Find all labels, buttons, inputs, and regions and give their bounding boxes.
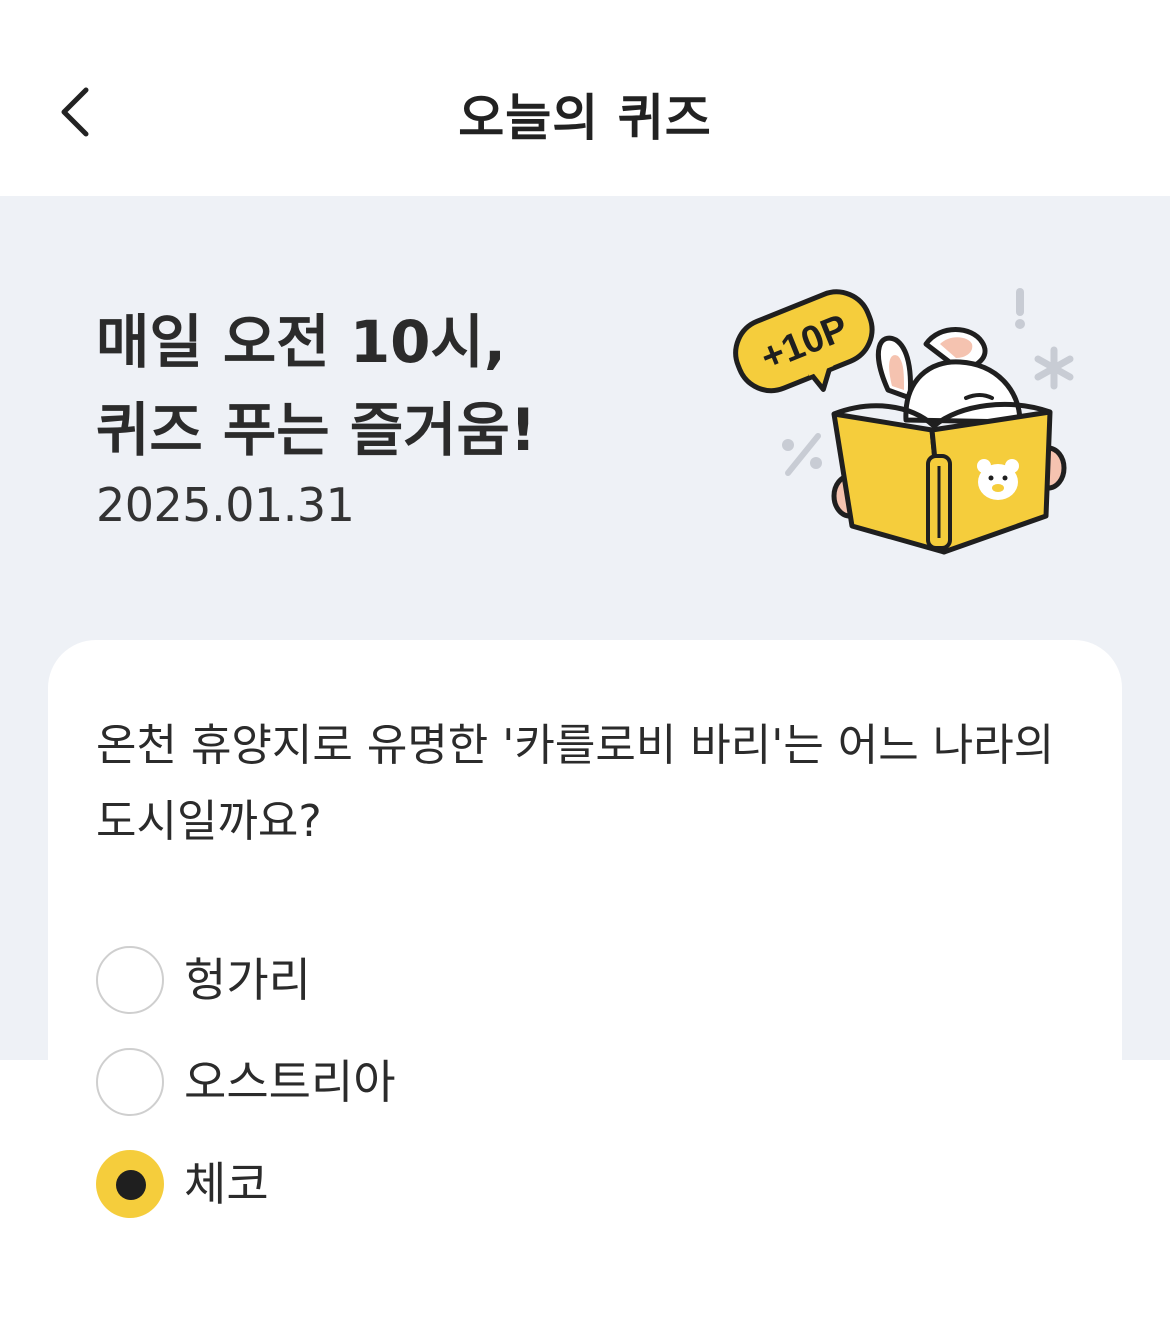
app-header: 오늘의 퀴즈 — [0, 0, 1170, 196]
radio-button[interactable] — [96, 946, 164, 1014]
rabbit-reading-book-illustration: +10P — [733, 288, 1074, 555]
answer-option-label: 헝가리 — [184, 953, 311, 1007]
answer-option-czech[interactable]: 체코 — [96, 1150, 996, 1222]
answer-option-label: 오스트리아 — [184, 1055, 396, 1109]
hero-title-line2: 퀴즈 푸는 즐거움! — [96, 396, 537, 464]
answer-option-label: 체코 — [184, 1157, 269, 1211]
quiz-date: 2025.01.31 — [96, 478, 355, 532]
quiz-question-line2: 도시일까요? — [96, 796, 322, 847]
answer-option-hungary[interactable]: 헝가리 — [96, 946, 996, 1018]
radio-button[interactable] — [96, 1048, 164, 1116]
page-title: 오늘의 퀴즈 — [458, 89, 712, 147]
hero-title-line1: 매일 오전 10시, — [96, 308, 506, 376]
answer-option-austria[interactable]: 오스트리아 — [96, 1048, 996, 1120]
quiz-question: 온천 휴양지로 유명한 '카를로비 바리'는 어느 나라의 도시일까요? — [96, 708, 1086, 860]
quiz-question-line1: 온천 휴양지로 유명한 '카를로비 바리'는 어느 나라의 — [96, 720, 1055, 771]
radio-button-selected[interactable] — [96, 1150, 164, 1218]
hero-title: 매일 오전 10시, 퀴즈 푸는 즐거움! — [96, 298, 536, 474]
